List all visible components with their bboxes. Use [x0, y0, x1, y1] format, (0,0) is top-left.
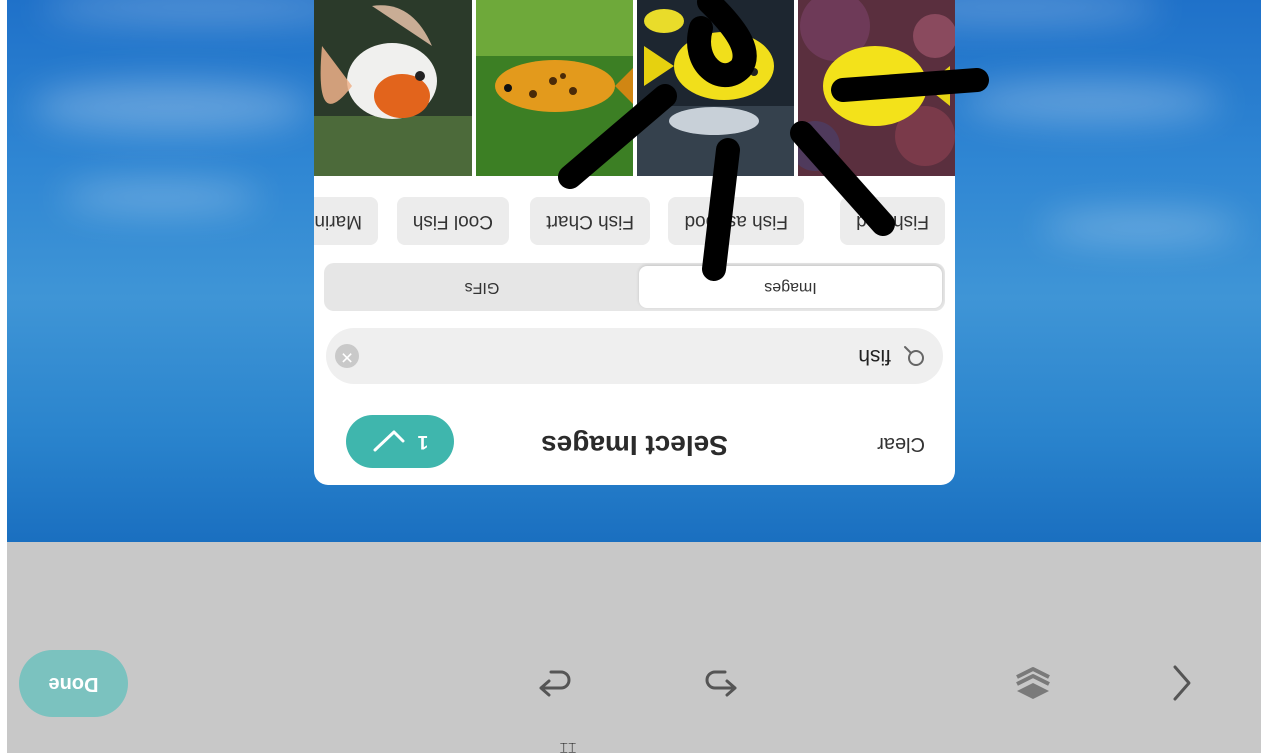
- layers-icon[interactable]: [1013, 663, 1053, 703]
- done-button[interactable]: Done: [19, 650, 128, 717]
- picker-header: Clear Select Images 1: [314, 405, 955, 485]
- chevron-left-icon[interactable]: [1161, 663, 1201, 703]
- chip-fish-chart[interactable]: Fish Chart: [530, 197, 650, 245]
- thumbnail-image[interactable]: [476, 0, 633, 176]
- screen: Done ⌶⌶ Clear Select Images 1 ✕: [0, 0, 1261, 753]
- chip-fish-as-food[interactable]: Fish as food: [668, 197, 804, 245]
- search-bar[interactable]: ✕: [326, 328, 943, 384]
- checkmark-icon: [373, 431, 405, 452]
- suggestion-chips: Fish and Fish as food Fish Chart Cool Fi…: [314, 195, 955, 245]
- image-picker-panel: Clear Select Images 1 ✕ Images GIFs Fish…: [314, 0, 955, 485]
- chip-cool-fish[interactable]: Cool Fish: [396, 197, 509, 245]
- media-type-tabs: Images GIFs: [324, 263, 945, 311]
- clear-search-icon[interactable]: ✕: [335, 344, 359, 368]
- confirm-selection-button[interactable]: 1: [346, 415, 454, 468]
- thumbnail-image[interactable]: [798, 0, 955, 176]
- thumbnail-image[interactable]: [637, 0, 794, 176]
- thumbnail-image[interactable]: [314, 0, 472, 176]
- search-input[interactable]: [409, 340, 893, 372]
- toolbar: Done ⌶⌶: [7, 542, 1261, 753]
- chip-marin[interactable]: Marin: [314, 197, 378, 245]
- search-icon: [904, 346, 924, 366]
- undo-icon[interactable]: [701, 663, 741, 703]
- tab-images[interactable]: Images: [639, 266, 942, 308]
- redo-icon[interactable]: [535, 663, 575, 703]
- image-grid: [314, 0, 955, 176]
- clear-button[interactable]: Clear: [877, 432, 925, 455]
- selected-count: 1: [417, 431, 429, 453]
- chip-fish-and[interactable]: Fish and: [840, 197, 945, 245]
- tab-gifs[interactable]: GIFs: [329, 266, 635, 308]
- drag-handle[interactable]: ⌶⌶: [538, 743, 598, 753]
